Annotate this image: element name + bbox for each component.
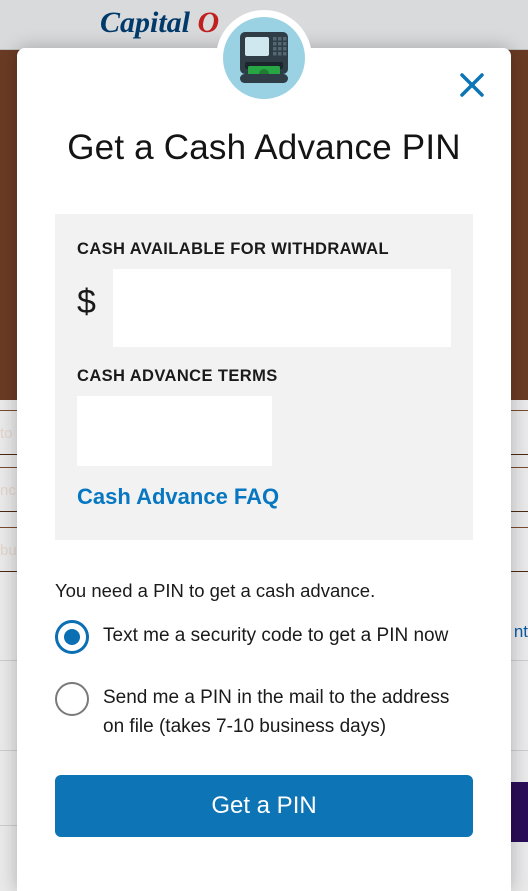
option-text-code[interactable]: Text me a security code to get a PIN now [55,620,473,654]
cash-available-value [113,269,451,347]
close-icon [459,72,485,98]
cash-advance-faq-link[interactable]: Cash Advance FAQ [77,484,279,510]
close-button[interactable] [455,68,489,102]
cash-advance-pin-modal: Get a Cash Advance PIN CASH AVAILABLE FO… [17,48,511,891]
radio-unselected-icon [55,682,89,716]
radio-selected-icon [55,620,89,654]
cash-available-label: CASH AVAILABLE FOR WITHDRAWAL [77,240,451,259]
cash-advance-terms-label: CASH ADVANCE TERMS [77,367,451,386]
cash-advance-terms-value [77,396,272,466]
cash-advance-info-box: CASH AVAILABLE FOR WITHDRAWAL $ CASH ADV… [55,214,473,540]
option-text-code-label: Text me a security code to get a PIN now [103,620,448,651]
need-pin-text: You need a PIN to get a cash advance. [55,580,473,602]
pin-delivery-options: Text me a security code to get a PIN now… [55,620,473,741]
atm-icon [216,10,312,106]
option-mail-pin[interactable]: Send me a PIN in the mail to the address… [55,682,473,741]
get-a-pin-button[interactable]: Get a PIN [55,775,473,837]
option-mail-pin-label: Send me a PIN in the mail to the address… [103,682,473,741]
currency-symbol: $ [77,269,113,322]
